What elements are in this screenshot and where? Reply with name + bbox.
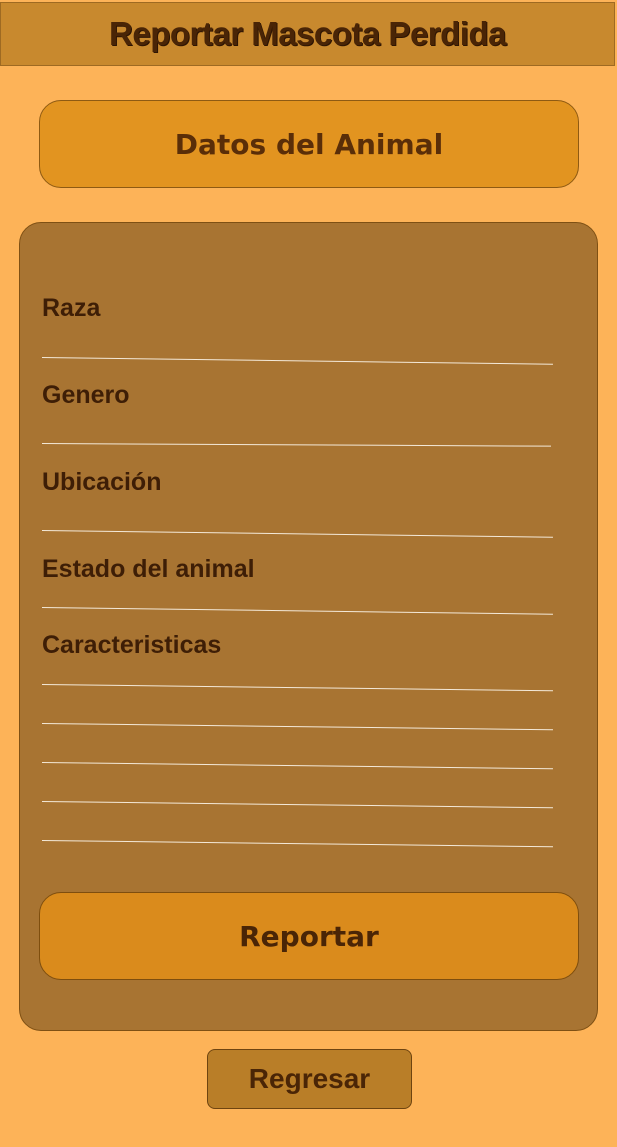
report-button-label: Reportar (239, 919, 379, 953)
page-title: Reportar Mascota Perdida (109, 15, 506, 52)
app-header: Reportar Mascota Perdida (0, 2, 615, 66)
location-label: Ubicación (42, 468, 162, 496)
gender-label: Genero (42, 381, 130, 409)
breed-label: Raza (42, 294, 101, 322)
report-button[interactable]: Reportar (39, 892, 579, 980)
section-title: Datos del Animal (174, 127, 444, 161)
back-button[interactable]: Regresar (207, 1049, 412, 1109)
features-label: Caracteristicas (42, 631, 222, 659)
section-header: Datos del Animal (39, 100, 579, 188)
back-button-label: Regresar (248, 1063, 371, 1094)
status-label: Estado del animal (42, 555, 255, 583)
